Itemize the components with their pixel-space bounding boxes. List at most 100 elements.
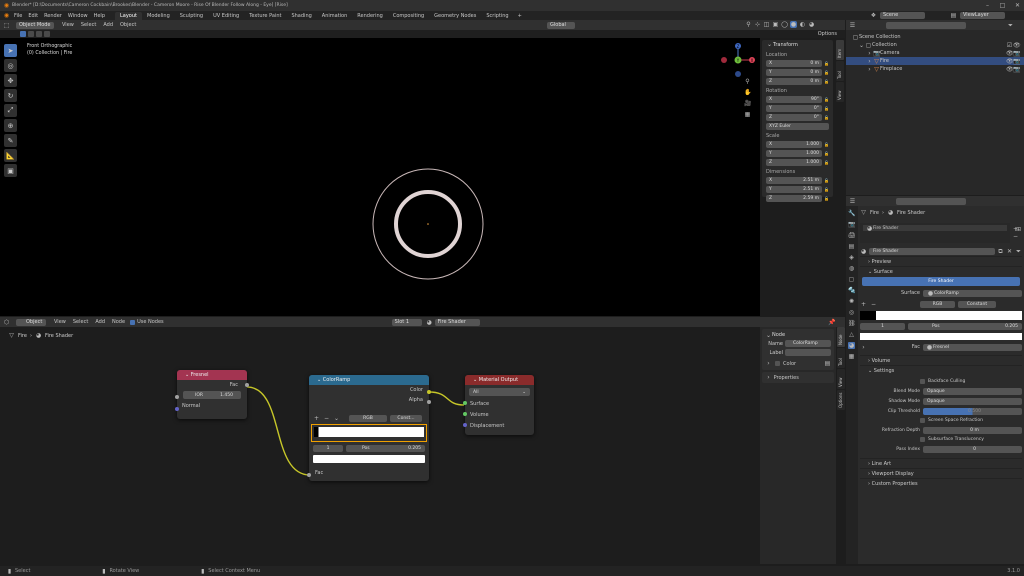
backface-culling-checkbox[interactable] [920,379,925,384]
lock-icon[interactable]: 🔓 [824,195,829,202]
material-output-header[interactable]: ⌄ Material Output [465,375,534,385]
browse-material-icon[interactable]: ◕ [860,248,867,255]
remove-slot-icon[interactable]: − [1012,233,1019,240]
use-nodes-toggle[interactable]: Use Nodes [130,319,164,325]
properties-stop-pos[interactable]: Pos 0.205 [908,323,1022,330]
fresnel-ior-socket[interactable] [175,395,179,399]
node-properties-panel[interactable]: › Properties [762,372,834,383]
mode-dropdown[interactable]: Object Mode [16,21,54,29]
view-layer-field[interactable]: ViewLayer [960,12,1005,19]
pan-hand-icon[interactable]: ✋ [744,89,751,96]
node-menu-select[interactable]: Select [73,319,88,325]
node-editor-canvas[interactable]: ▽ Fire › ◕ Fire Shader ⌄ Fresnel Fac IOR… [0,327,757,564]
output-tab-icon[interactable]: 🖨 [848,232,856,239]
npanel-value-field[interactable]: X 1.000 [766,140,822,148]
collection-exclude-icon[interactable]: ☑ [1006,42,1013,49]
volume-section[interactable]: › Volume [860,355,1022,365]
line-art-section[interactable]: › Line Art [860,458,1022,468]
menu-file[interactable]: File [14,13,22,19]
scene-field[interactable]: Scene [880,12,925,19]
material-output-node[interactable]: ⌄ Material Output All ⌄ Surface Volume Dis… [463,375,534,435]
filter-icon[interactable]: ⏷ [1007,22,1014,29]
workspace-tab-compositing[interactable]: Compositing [388,12,429,20]
pin-icon[interactable]: 📌 [828,319,835,326]
material-name-field[interactable]: Fire Shader [869,248,995,255]
blend-mode-field[interactable]: Opaque [923,387,1022,395]
particles-tab-icon[interactable]: ✺ [848,298,855,305]
blender-logo-icon[interactable]: ◉ [3,2,10,9]
transform-orientation-dropdown[interactable]: Global [547,21,575,29]
colorramp-alpha-socket[interactable] [427,400,431,404]
outliner-item-camera[interactable]: › 📷 Camera 👁 📷 [846,49,1024,57]
render-camera-icon[interactable]: 📷 [1013,58,1020,65]
use-nodes-checkbox[interactable] [130,319,136,325]
node-label-field[interactable] [785,349,831,356]
ramp-mode-field[interactable]: RGB [920,301,955,308]
volume-socket[interactable] [463,412,467,416]
npanel-value-field[interactable]: Y 0° [766,104,822,112]
outliner-item-fireplace[interactable]: › ▽ Fireplace 👁 📷 [846,65,1024,73]
npanel-value-field[interactable]: Z 2.59 m [766,194,822,202]
wireframe-shading-icon[interactable]: ◯ [781,21,788,28]
unlink-material-icon[interactable]: ✕ [1006,248,1013,255]
menu-help[interactable]: Help [94,13,105,19]
lock-icon[interactable]: 🔓 [824,141,829,148]
select-mode-extend[interactable] [28,31,34,37]
maximize-icon[interactable]: □ [999,2,1006,9]
physics-tab-icon[interactable]: ◎ [848,309,855,316]
view-layer-tab-icon[interactable]: ▤ [848,243,855,250]
workspace-tab-sculpting[interactable]: Sculpting [175,12,208,20]
npanel-value-field[interactable]: X 2.51 m [766,176,822,184]
npanel-tab-tool[interactable]: Tool [836,61,844,81]
material-tab-icon[interactable]: ◕ [848,342,855,349]
fresnel-fac-socket[interactable] [245,383,249,387]
visibility-eye-icon[interactable]: 👁 [1006,58,1014,65]
stop-position-field[interactable]: Pos 0.205 [346,444,425,452]
lock-icon[interactable]: 🔓 [824,186,829,193]
scene-selector[interactable]: ❖ Scene [870,12,925,19]
material-dropdown[interactable]: Fire Shader [434,318,480,326]
viewport-display-section[interactable]: › Viewport Display [860,468,1022,478]
editor-type-icon[interactable]: ⬚ [3,22,10,29]
data-tab-icon[interactable]: △ [848,331,855,338]
outliner-item-fire[interactable]: › ▽ Fire 👁 📷 [846,57,1024,65]
material-slot-item[interactable]: ◕ Fire Shader [863,225,1007,232]
constraints-tab-icon[interactable]: ⛓ [848,320,856,327]
outliner-search[interactable] [886,21,966,29]
close-icon[interactable]: ✕ [1014,2,1021,9]
slot-dropdown[interactable]: Slot 1 [391,318,422,326]
pass-index-field[interactable]: 0 [923,445,1022,453]
preview-section[interactable]: › Preview [860,256,1022,266]
blender-menu-icon[interactable]: ◉ [3,12,10,19]
lock-icon[interactable]: 🔓 [824,78,829,85]
lock-icon[interactable]: 🔓 [824,150,829,157]
lock-icon[interactable]: 🔓 [824,60,829,67]
node-panel-header[interactable]: ⌄ Node [765,331,831,339]
gizmo-icon[interactable]: ⊹ [754,21,761,28]
expand-icon[interactable]: › [866,50,873,57]
node-sidebar-tab-tool[interactable]: Tool [837,348,845,368]
npanel-value-field[interactable]: Y 1.000 [766,149,822,157]
viewport-menu-add[interactable]: Add [103,22,113,28]
render-camera-icon[interactable]: 📷 [1013,66,1020,73]
workspace-tab-shading[interactable]: Shading [286,12,316,20]
lock-icon[interactable]: 🔓 [824,105,829,112]
node-color-preset-icon[interactable]: ▤ [824,360,831,367]
world-tab-icon[interactable]: ◍ [848,265,855,272]
outliner-editor-icon[interactable]: ☰ [849,22,856,29]
stop-color-swatch[interactable] [313,455,425,463]
render-camera-icon[interactable]: 📷 [1013,50,1020,57]
camera-view-icon[interactable]: 🎥 [744,100,751,107]
workspace-tab-modeling[interactable]: Modeling [142,12,175,20]
ramp-gradient-bar[interactable] [314,427,424,437]
collection-visibility-icon[interactable]: 👁 [1013,42,1021,49]
expand-icon[interactable]: ⌄ [858,42,865,49]
backface-culling[interactable]: Backface Culling [860,377,1022,386]
node-name-field[interactable]: ColorRamp [785,340,831,347]
interpolation-dropdown[interactable]: Const... [390,415,422,422]
properties-stop-color[interactable] [860,333,1022,340]
fac-expand-icon[interactable]: › [860,344,867,351]
surface-socket[interactable] [463,401,467,405]
npanel-tab-item[interactable]: Item [836,40,844,60]
colorramp-fac-socket[interactable] [307,473,311,477]
